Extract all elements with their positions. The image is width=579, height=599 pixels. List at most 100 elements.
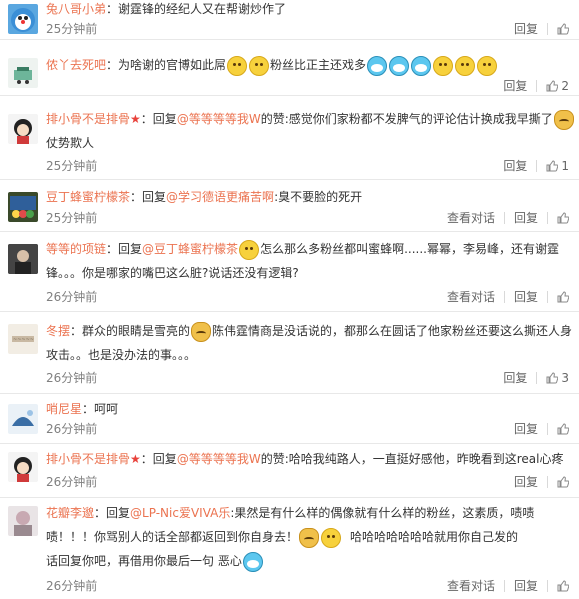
smile-emoji-icon bbox=[249, 55, 270, 76]
comment-text: :臭不要脸的死开 bbox=[274, 190, 363, 204]
reply-prefix: 回复 bbox=[152, 112, 177, 126]
comment-text: 的赞:感觉你们家粉都不发脾气的评论估计换成我早撕了 bbox=[260, 112, 553, 126]
comment-time: 26分钟前 bbox=[46, 371, 98, 385]
laugh-emoji-icon bbox=[321, 527, 342, 548]
comment-item: 等等的项链：回复@豆丁蜂蜜柠檬茶 怎么那么多粉丝都叫蜜蜂啊......幂幂，李易峰… bbox=[0, 232, 579, 312]
smile-emoji-icon bbox=[477, 55, 498, 76]
thumb-up-icon bbox=[546, 80, 559, 92]
avatar[interactable] bbox=[8, 114, 38, 144]
mention-link[interactable]: @学习德语更痛苦啊 bbox=[166, 190, 274, 204]
comment-time: 25分钟前 bbox=[46, 22, 98, 36]
comment-time: 25分钟前 bbox=[46, 211, 98, 225]
svg-text:~~~~~: ~~~~~ bbox=[13, 337, 34, 343]
cat-emoji-icon bbox=[191, 321, 212, 342]
reply-prefix: 回复 bbox=[106, 506, 131, 520]
avatar[interactable] bbox=[8, 452, 38, 482]
comment-username[interactable]: 排小骨不是排骨 bbox=[46, 452, 130, 466]
view-dialog-button[interactable]: 查看对话 bbox=[447, 289, 495, 305]
cat-emoji-icon bbox=[553, 109, 574, 130]
smile-emoji-icon bbox=[455, 55, 476, 76]
reply-button[interactable]: 回复 bbox=[514, 578, 538, 594]
comment-item: 侬丫去死吧：为啥谢的官博如此屌 粉丝比正主还戏多 回复 2 bbox=[0, 40, 579, 96]
comment-text-cont: 攻击。。也是没办法的事。。。 bbox=[46, 348, 197, 362]
like-count: 2 bbox=[561, 79, 569, 93]
comment-text-b: 陈伟霆情商是没话说的，都那么在圆话了他家粉丝还要这么撕还人身 bbox=[212, 324, 573, 338]
comment-text: 群众的眼睛是雪亮的 bbox=[82, 324, 191, 338]
view-dialog-button[interactable]: 查看对话 bbox=[447, 578, 495, 594]
reply-button[interactable]: 回复 bbox=[503, 370, 527, 386]
like-count: 3 bbox=[561, 371, 569, 385]
reply-button[interactable]: 回复 bbox=[514, 421, 538, 437]
comment-item: 排小骨不是排骨★：回复@等等等等我W的赞:哈哈我纯路人，一直挺好感他，昨晚看到这… bbox=[0, 444, 579, 498]
reply-button[interactable]: 回复 bbox=[503, 158, 527, 174]
comment-text: 怎么那么多粉丝都叫蜜蜂啊......幂幂，李易峰，还有谢霆 bbox=[260, 242, 559, 256]
thumb-up-icon bbox=[557, 23, 569, 35]
comment-username[interactable]: 兔八哥小弟 bbox=[46, 2, 106, 16]
comment-item: 排小骨不是排骨★：回复@等等等等我W的赞:感觉你们家粉都不发脾气的评论估计换成我… bbox=[0, 96, 579, 180]
thumb-up-icon bbox=[557, 476, 569, 488]
comment-item: ~~~~~ 冬摆：群众的眼睛是雪亮的 陈伟霆情商是没话说的，都那么在圆话了他家粉丝… bbox=[0, 312, 579, 394]
avatar[interactable] bbox=[8, 244, 38, 274]
like-button[interactable]: 3 bbox=[546, 370, 569, 386]
thumb-up-icon bbox=[546, 160, 559, 172]
reply-prefix: 回复 bbox=[152, 452, 177, 466]
comment-username[interactable]: 排小骨不是排骨 bbox=[46, 112, 130, 126]
smile-emoji-icon bbox=[227, 55, 248, 76]
reply-button[interactable]: 回复 bbox=[503, 78, 527, 94]
doraemon-emoji-icon bbox=[367, 55, 388, 76]
comment-item: 哨尼星：呵呵 26分钟前 回复 bbox=[0, 394, 579, 444]
like-button[interactable] bbox=[557, 23, 569, 35]
comment-item: 兔八哥小弟：谢霆锋的经纪人又在帮谢炒作了 25分钟前 回复 bbox=[0, 0, 579, 40]
comment-text: 谢霆锋的经纪人又在帮谢炒作了 bbox=[118, 2, 287, 16]
avatar[interactable] bbox=[8, 4, 38, 34]
mention-link[interactable]: @等等等等我W bbox=[177, 112, 261, 126]
like-button[interactable]: 1 bbox=[546, 158, 569, 174]
avatar[interactable] bbox=[8, 192, 38, 222]
avatar[interactable] bbox=[8, 404, 38, 434]
comment-text: :果然是有什么样的偶像就有什么样的粉丝，这素质，啧啧 bbox=[230, 506, 535, 520]
reply-button[interactable]: 回复 bbox=[514, 210, 538, 226]
reply-prefix: 回复 bbox=[142, 190, 167, 204]
thumb-up-icon bbox=[557, 291, 569, 303]
like-button[interactable] bbox=[557, 291, 569, 303]
comment-username[interactable]: 等等的项链 bbox=[46, 242, 106, 256]
comment-text-cont: 话回复你吧，再借用你最后一句 恶心 bbox=[46, 554, 242, 568]
reply-button[interactable]: 回复 bbox=[514, 474, 538, 490]
mention-link[interactable]: @豆丁蜂蜜柠檬茶 bbox=[142, 242, 238, 256]
like-button[interactable] bbox=[557, 423, 569, 435]
like-button[interactable] bbox=[557, 580, 569, 592]
comment-text-cont: 粉丝比正主还戏多 bbox=[270, 58, 367, 72]
comment-text-cont: 啧！！！你骂别人的话全部都返回到你自身去！ bbox=[46, 530, 299, 544]
view-dialog-button[interactable]: 查看对话 bbox=[447, 210, 495, 226]
like-button[interactable]: 2 bbox=[546, 78, 569, 94]
comment-time: 25分钟前 bbox=[46, 159, 98, 173]
reply-prefix: 回复 bbox=[118, 242, 143, 256]
thumb-up-icon bbox=[557, 212, 569, 224]
reply-button[interactable]: 回复 bbox=[514, 289, 538, 305]
thumb-up-icon bbox=[557, 580, 569, 592]
comment-username[interactable]: 冬摆 bbox=[46, 324, 70, 338]
star-icon: ★ bbox=[130, 112, 141, 126]
shocked-emoji-icon bbox=[239, 239, 260, 260]
avatar[interactable] bbox=[8, 506, 38, 536]
like-button[interactable] bbox=[557, 212, 569, 224]
like-button[interactable] bbox=[557, 476, 569, 488]
doraemon-emoji-icon bbox=[242, 551, 263, 572]
comment-text: 呵呵 bbox=[94, 402, 119, 416]
comment-username[interactable]: 豆丁蜂蜜柠檬茶 bbox=[46, 190, 130, 204]
mention-link[interactable]: @LP-Nic爱VIVA乐 bbox=[130, 506, 230, 520]
reply-button[interactable]: 回复 bbox=[514, 21, 538, 37]
comment-item: 豆丁蜂蜜柠檬茶：回复@学习德语更痛苦啊:臭不要脸的死开 25分钟前 查看对话 回… bbox=[0, 180, 579, 232]
comment-username[interactable]: 花瓣李邈 bbox=[46, 506, 94, 520]
smile-emoji-icon bbox=[433, 55, 454, 76]
avatar[interactable] bbox=[8, 58, 38, 88]
comment-time: 26分钟前 bbox=[46, 290, 98, 304]
avatar[interactable]: ~~~~~ bbox=[8, 324, 38, 354]
comment-time: 26分钟前 bbox=[46, 422, 98, 436]
comment-username[interactable]: 侬丫去死吧 bbox=[46, 58, 106, 72]
thumb-up-icon bbox=[546, 372, 559, 384]
comment-username[interactable]: 哨尼星 bbox=[46, 402, 82, 416]
comment-text-cont: 锋。。。你是哪家的嘴巴这么脏?说话还没有逻辑? bbox=[46, 266, 299, 280]
mention-link[interactable]: @等等等等我W bbox=[177, 452, 261, 466]
star-icon: ★ bbox=[130, 452, 141, 466]
